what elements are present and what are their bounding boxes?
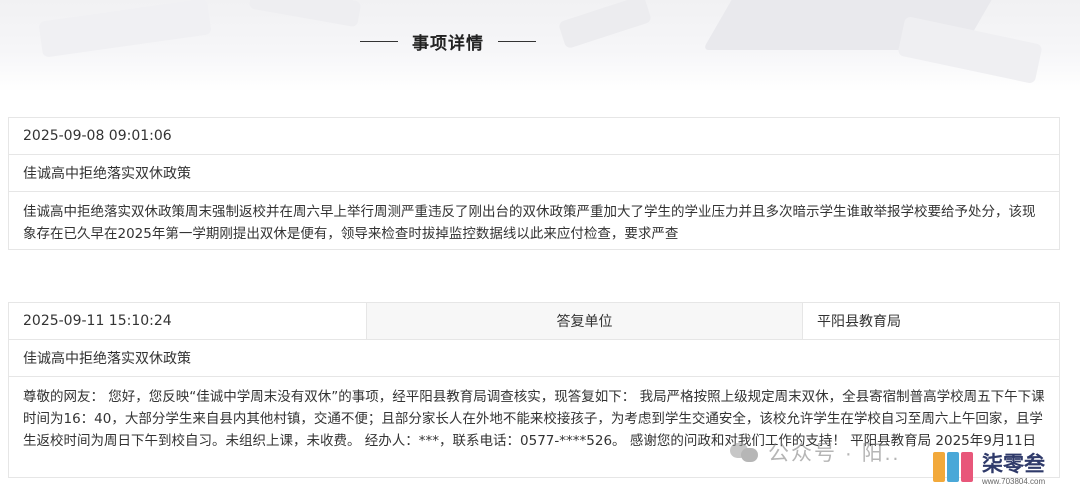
site-logo-url: www.703804.com xyxy=(982,477,1046,486)
title-divider-left xyxy=(360,40,398,42)
inquiry-subject: 佳诚高中拒绝落实双休政策 xyxy=(23,166,191,182)
site-logo-icon xyxy=(927,447,979,487)
reply-unit-value: 平阳县教育局 xyxy=(817,314,901,330)
site-logo-text: 柒零叁 xyxy=(982,453,1045,476)
watermark: 公众号 · 阳.. xyxy=(730,432,900,472)
reply-time-cell: 2025-09-11 15:10:24 xyxy=(9,303,367,339)
reply-unit-label-cell: 答复单位 xyxy=(367,303,803,339)
inquiry-timestamp: 2025-09-08 09:01:06 xyxy=(23,128,172,144)
reply-card: 2025-09-11 15:10:24 答复单位 平阳县教育局 佳诚高中拒绝落实… xyxy=(8,302,1060,478)
section-title-text: 事项详情 xyxy=(412,33,484,54)
reply-subject: 佳诚高中拒绝落实双休政策 xyxy=(23,351,191,367)
decorative-shape xyxy=(557,0,653,50)
reply-unit-value-cell: 平阳县教育局 xyxy=(803,303,1059,339)
header-banner xyxy=(0,0,1080,92)
title-divider-right xyxy=(498,40,536,42)
reply-timestamp: 2025-09-11 15:10:24 xyxy=(23,313,172,329)
inquiry-subject-row: 佳诚高中拒绝落实双休政策 xyxy=(9,155,1059,192)
decorative-shape xyxy=(248,0,362,28)
inquiry-content-row: 佳诚高中拒绝落实双休政策周末强制返校并在周六早上举行周测严重违反了刚出台的双休政… xyxy=(9,192,1059,245)
inquiry-content: 佳诚高中拒绝落实双休政策周末强制返校并在周六早上举行周测严重违反了刚出台的双休政… xyxy=(23,204,1036,242)
reply-unit-label: 答复单位 xyxy=(556,314,613,330)
reply-meta-row: 2025-09-11 15:10:24 答复单位 平阳县教育局 xyxy=(9,303,1059,340)
section-title: 事项详情 xyxy=(360,28,536,54)
wechat-icon xyxy=(730,441,760,463)
inquiry-card: 2025-09-08 09:01:06 佳诚高中拒绝落实双休政策 佳诚高中拒绝落… xyxy=(8,117,1060,250)
decorative-shape xyxy=(38,0,212,58)
reply-subject-row: 佳诚高中拒绝落实双休政策 xyxy=(9,340,1059,377)
inquiry-time-row: 2025-09-08 09:01:06 xyxy=(9,118,1059,155)
watermark-text: 公众号 · 阳.. xyxy=(768,442,901,465)
reply-content-row: 尊敬的网友： 您好，您反映“佳诚中学周末没有双休”的事项，经平阳县教育局调查核实… xyxy=(9,377,1059,452)
